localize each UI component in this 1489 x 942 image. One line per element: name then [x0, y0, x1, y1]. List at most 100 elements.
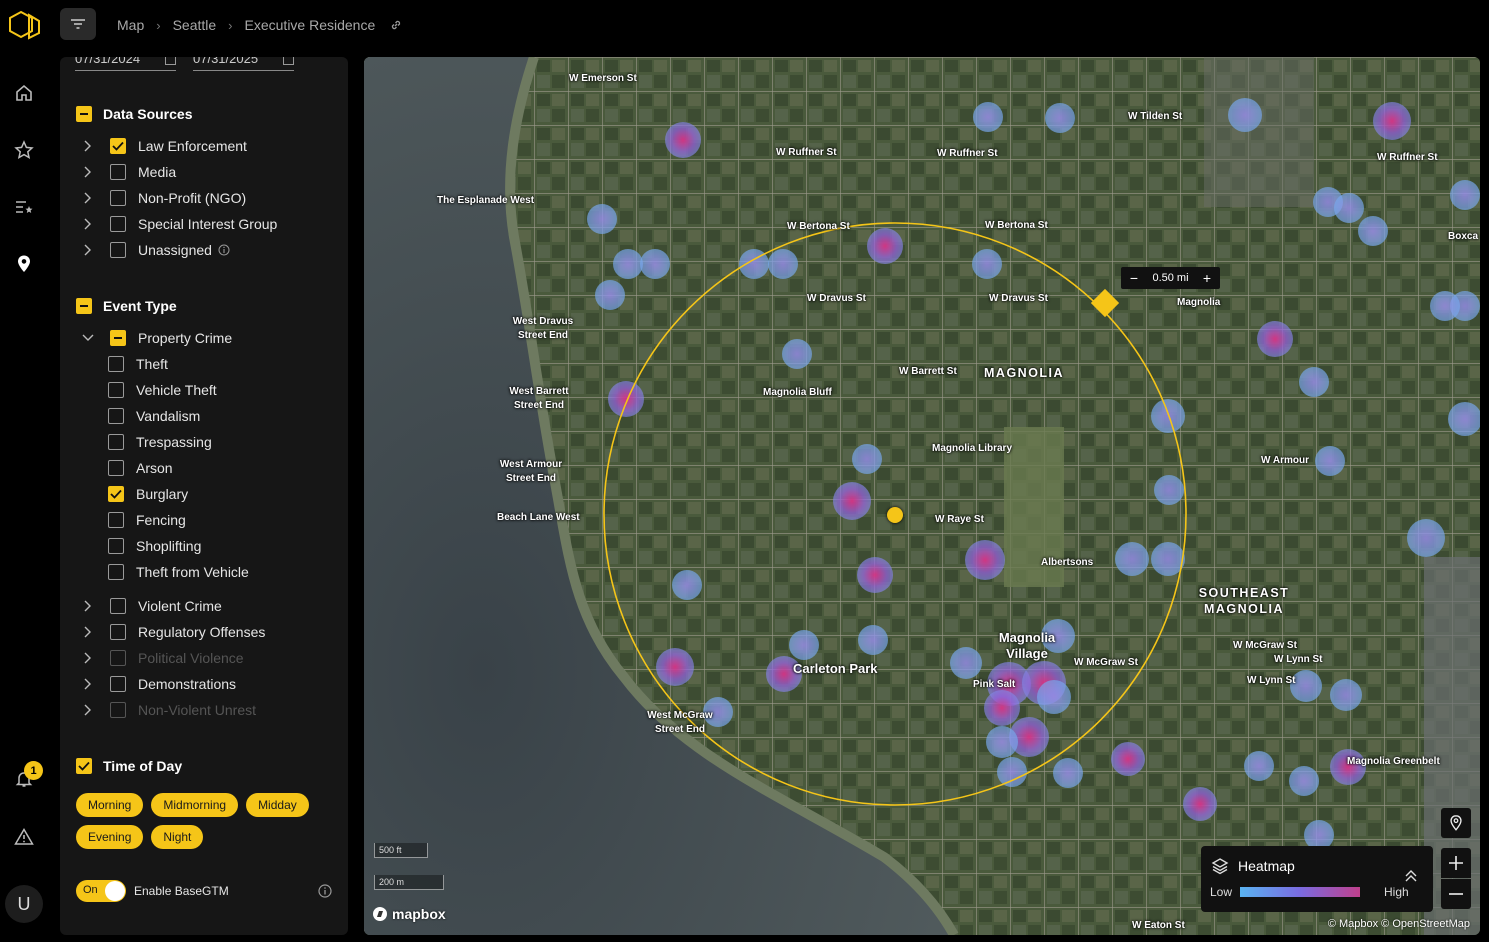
source-checkbox-law-enforcement[interactable] [110, 138, 126, 154]
event-checkbox-violent-crime[interactable] [110, 598, 126, 614]
basegtm-toggle[interactable]: On [76, 880, 126, 902]
chevron-right-icon[interactable] [80, 702, 96, 718]
source-checkbox-media[interactable] [110, 164, 126, 180]
map-view[interactable]: W Emerson St W Ruffner St W Ruffner St W Ru… [364, 57, 1480, 935]
crime-checkbox-trespassing[interactable] [108, 434, 124, 450]
chevron-right-icon[interactable] [80, 164, 96, 180]
data-sources-checkbox[interactable] [76, 106, 92, 122]
crime-checkbox-theft[interactable] [108, 356, 124, 372]
chevron-double-up-icon[interactable] [1404, 869, 1418, 883]
crime-checkbox-vehicle-theft[interactable] [108, 382, 124, 398]
crime-row-fencing[interactable]: Fencing [108, 510, 186, 530]
breadcrumb-map[interactable]: Map [117, 17, 144, 33]
start-date-value: 07/31/2024 [75, 57, 141, 66]
crime-row-shoplifting[interactable]: Shoplifting [108, 536, 201, 556]
info-icon[interactable] [318, 884, 332, 898]
property-crime-checkbox[interactable] [110, 330, 126, 346]
crime-checkbox-arson[interactable] [108, 460, 124, 476]
source-row-unassigned[interactable]: Unassigned [80, 240, 230, 260]
source-checkbox-unassigned[interactable] [110, 242, 126, 258]
breadcrumb-location[interactable]: Executive Residence [245, 17, 376, 33]
crime-row-theft[interactable]: Theft [108, 354, 168, 374]
event-type-checkbox[interactable] [76, 298, 92, 314]
event-checkbox-demonstrations[interactable] [110, 676, 126, 692]
map-label-beach: Beach Lane West [497, 512, 580, 523]
chevron-right-icon[interactable] [80, 624, 96, 640]
mapbox-logo[interactable]: mapbox [372, 906, 446, 922]
home-icon[interactable] [12, 81, 36, 105]
map-attribution[interactable]: © Mapbox © OpenStreetMap [1328, 918, 1470, 930]
watchlist-icon[interactable] [12, 195, 36, 219]
crime-label: Arson [136, 460, 173, 476]
chip-evening[interactable]: Evening [76, 825, 144, 849]
layers-icon[interactable] [1211, 857, 1229, 875]
chip-night[interactable]: Night [151, 825, 204, 849]
crime-row-trespassing[interactable]: Trespassing [108, 432, 212, 452]
filter-icon [71, 19, 85, 29]
chip-midmorning[interactable]: Midmorning [151, 793, 239, 817]
breadcrumb-seattle[interactable]: Seattle [173, 17, 217, 33]
time-of-day-checkbox[interactable] [76, 758, 92, 774]
crime-checkbox-fencing[interactable] [108, 512, 124, 528]
radius-decrease-button[interactable]: − [1127, 270, 1141, 286]
source-checkbox-non-profit-ngo[interactable] [110, 190, 126, 206]
map-label-ruffner3: W Ruffner St [1377, 152, 1438, 163]
chevron-right-icon[interactable] [80, 598, 96, 614]
location-center-marker[interactable] [887, 507, 903, 523]
link-icon[interactable] [389, 18, 403, 32]
chevron-right-icon[interactable] [80, 216, 96, 232]
property-crime-row[interactable]: Property Crime [80, 328, 232, 348]
crime-row-burglary[interactable]: Burglary [108, 484, 188, 504]
chevron-right-icon[interactable] [80, 242, 96, 258]
crime-row-vandalism[interactable]: Vandalism [108, 406, 200, 426]
source-row-non-profit-ngo[interactable]: Non-Profit (NGO) [80, 188, 246, 208]
user-avatar[interactable]: U [5, 885, 43, 923]
end-date-field[interactable]: 07/31/2025 [193, 57, 294, 71]
crime-checkbox-vandalism[interactable] [108, 408, 124, 424]
chevron-right-icon[interactable] [80, 190, 96, 206]
heatmap-legend: Heatmap Low High [1201, 846, 1433, 912]
crime-label: Shoplifting [136, 538, 202, 554]
radius-value: 0.50 mi [1152, 272, 1189, 284]
breadcrumb: Map › Seattle › Executive Residence [117, 17, 403, 33]
star-icon[interactable] [12, 138, 36, 162]
crime-checkbox-shoplifting[interactable] [108, 538, 124, 554]
chip-midday[interactable]: Midday [246, 793, 309, 817]
chevron-right-icon[interactable] [80, 138, 96, 154]
event-checkbox-regulatory-offenses[interactable] [110, 624, 126, 640]
map-pin-icon[interactable] [12, 252, 36, 276]
source-label: Non-Profit (NGO) [138, 190, 247, 206]
radius-increase-button[interactable]: + [1200, 270, 1214, 286]
locate-button[interactable] [1441, 808, 1471, 838]
source-row-law-enforcement[interactable]: Law Enforcement [80, 136, 247, 156]
crime-row-arson[interactable]: Arson [108, 458, 173, 478]
crime-checkbox-burglary[interactable] [108, 486, 124, 502]
chevron-right-icon[interactable] [80, 650, 96, 666]
app-logo[interactable] [8, 10, 42, 40]
event-row-violent-crime[interactable]: Violent Crime [80, 596, 222, 616]
info-icon[interactable] [218, 244, 230, 256]
map-label-bertona2: W Bertona St [985, 220, 1048, 231]
calendar-icon[interactable] [165, 57, 176, 65]
source-row-media[interactable]: Media [80, 162, 176, 182]
alert-icon[interactable] [12, 825, 36, 849]
event-label: Violent Crime [138, 598, 222, 614]
crime-row-vehicle-theft[interactable]: Vehicle Theft [108, 380, 217, 400]
chevron-right-icon[interactable] [80, 676, 96, 692]
calendar-icon[interactable] [283, 57, 294, 65]
map-label-armour: W Armour [1261, 455, 1309, 466]
chevron-down-icon[interactable] [80, 330, 96, 346]
source-row-special-interest-group[interactable]: Special Interest Group [80, 214, 277, 234]
event-row-regulatory-offenses[interactable]: Regulatory Offenses [80, 622, 265, 642]
zoom-out-button[interactable] [1441, 879, 1471, 909]
event-row-demonstrations[interactable]: Demonstrations [80, 674, 236, 694]
zoom-in-button[interactable] [1441, 848, 1471, 878]
toggle-knob [105, 881, 125, 901]
chip-morning[interactable]: Morning [76, 793, 144, 817]
source-checkbox-special-interest-group[interactable] [110, 216, 126, 232]
crime-row-theft-from-vehicle[interactable]: Theft from Vehicle [108, 562, 249, 582]
start-date-field[interactable]: 07/31/2024 [75, 57, 176, 71]
filter-toggle-button[interactable] [60, 8, 96, 40]
crime-checkbox-theft-from-vehicle[interactable] [108, 564, 124, 580]
basegtm-row: On Enable BaseGTM [76, 879, 332, 903]
